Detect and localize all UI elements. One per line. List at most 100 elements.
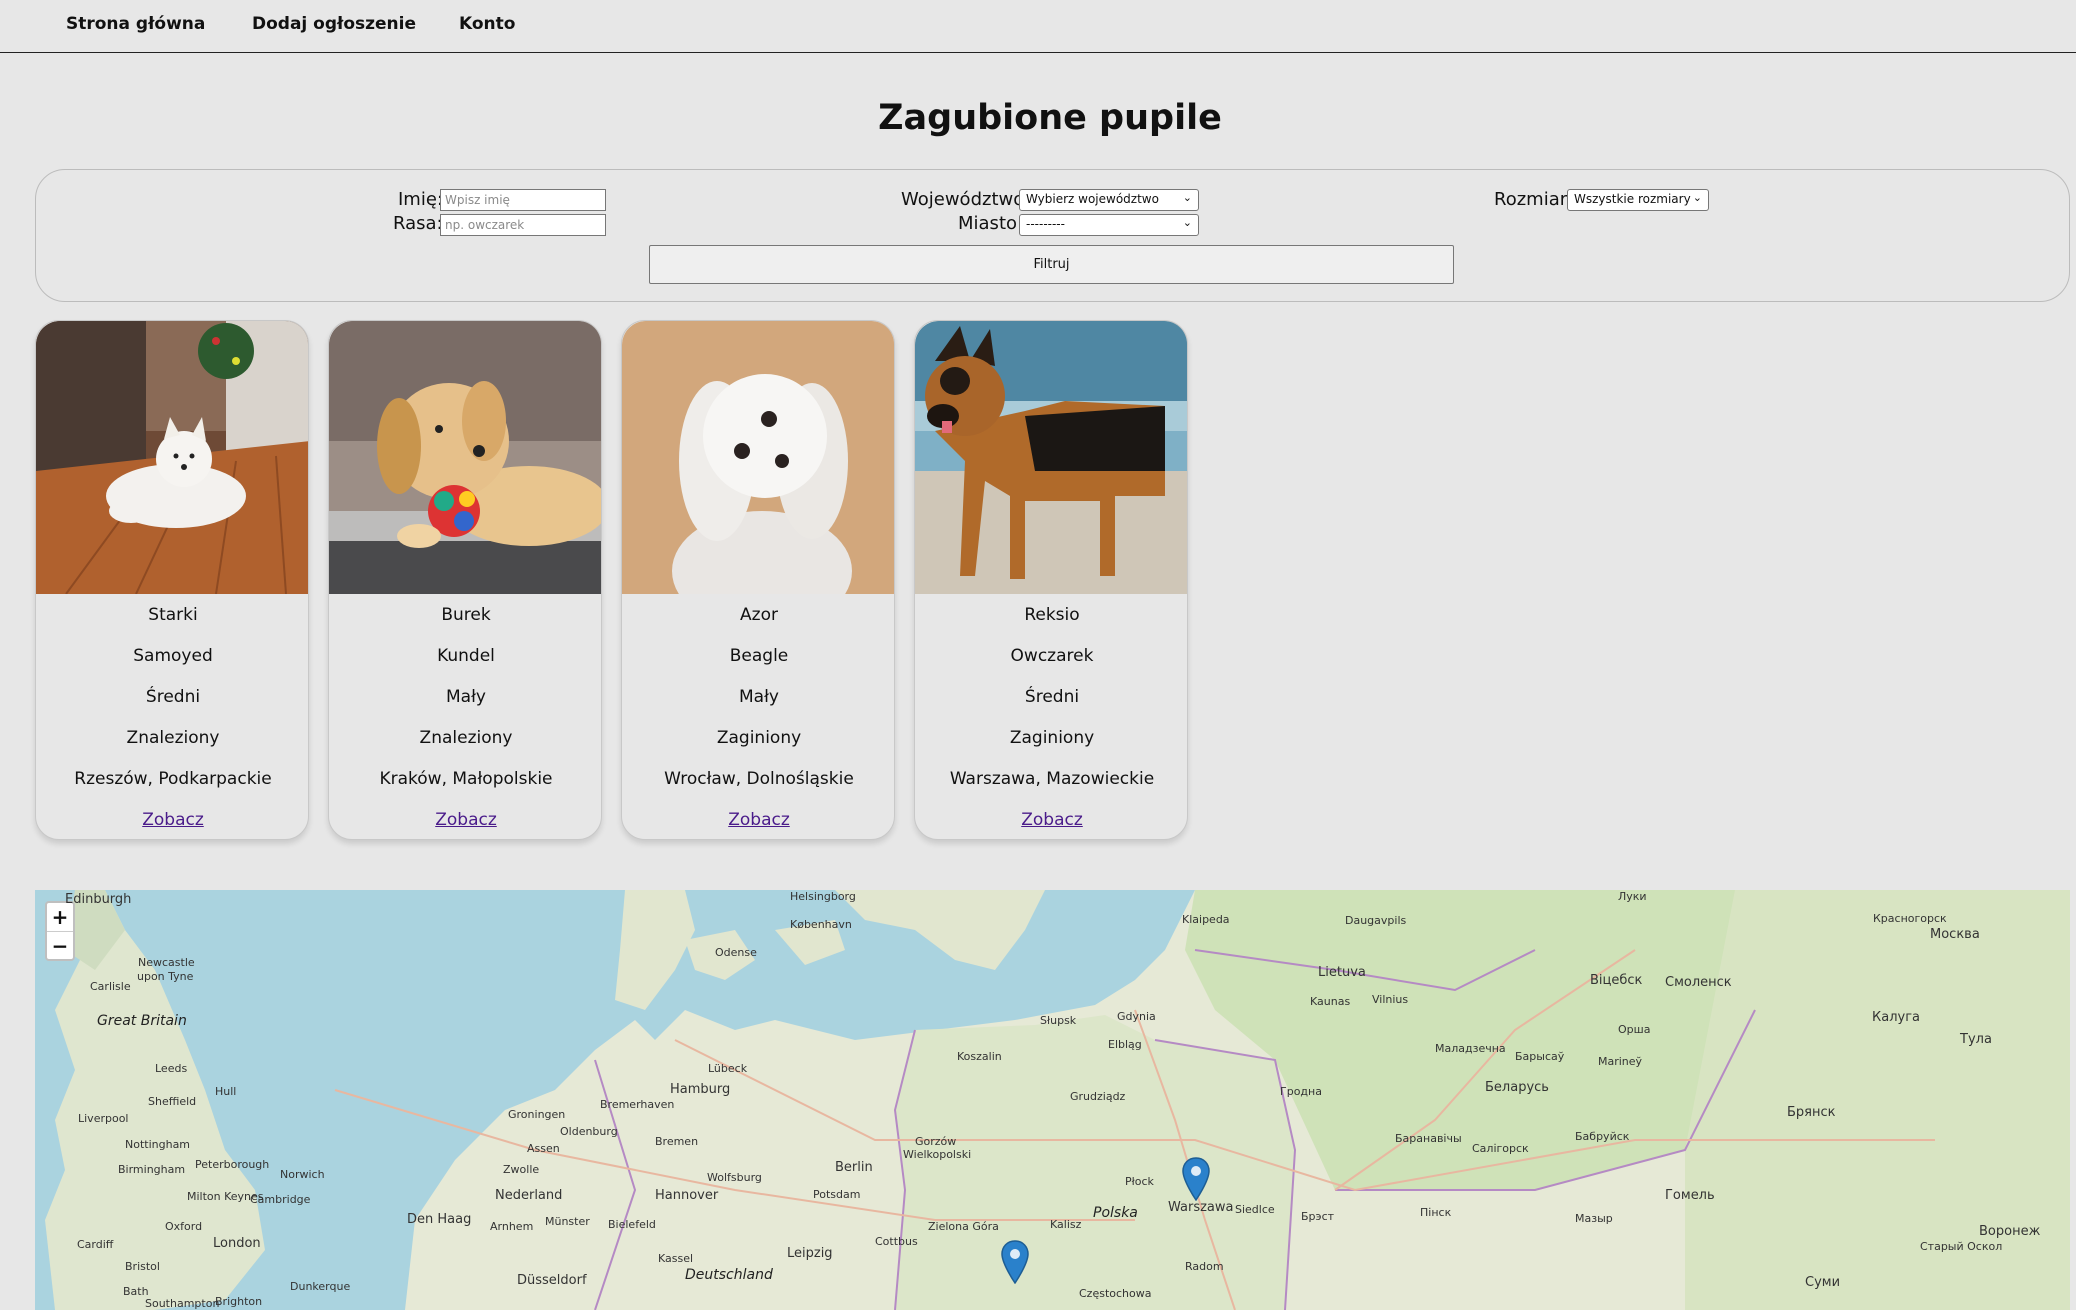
map-label: Oxford bbox=[165, 1220, 203, 1233]
pet-location: Kraków, Małopolskie bbox=[379, 769, 553, 789]
map-label: Lietuva bbox=[1318, 965, 1366, 980]
map-label: Kalisz bbox=[1050, 1218, 1082, 1231]
map-label: Liverpool bbox=[78, 1112, 129, 1125]
map-label: Барысаў bbox=[1515, 1050, 1565, 1063]
map-label: Great Britain bbox=[97, 1013, 187, 1029]
map-label: Nederland bbox=[495, 1188, 563, 1203]
pet-details-link-wrap: Zobacz bbox=[329, 810, 601, 830]
nav-add-listing-link[interactable]: Dodaj ogłoszenie bbox=[252, 14, 416, 34]
map-label: Орша bbox=[1618, 1023, 1651, 1036]
size-label: Rozmiar: bbox=[1494, 189, 1573, 210]
chevron-down-icon: ⌄ bbox=[1692, 191, 1702, 204]
voivodeship-select[interactable]: Wybierz województwo ⌄ bbox=[1019, 189, 1199, 211]
map-label: Мarineў bbox=[1598, 1055, 1643, 1068]
map-label: Kaunas bbox=[1310, 995, 1351, 1008]
map-label: upon Tyne bbox=[137, 970, 194, 983]
nav-account-link[interactable]: Konto bbox=[459, 14, 515, 34]
map-label: Bremerhaven bbox=[600, 1098, 675, 1111]
pet-details-link[interactable]: Zobacz bbox=[435, 810, 497, 830]
map-marker-icon[interactable] bbox=[1001, 1240, 1029, 1284]
map-marker-icon[interactable] bbox=[1182, 1157, 1210, 1201]
map-label: Radom bbox=[1185, 1260, 1224, 1273]
map-label: Carlisle bbox=[90, 980, 131, 993]
map-label: Wielkopolski bbox=[903, 1148, 972, 1161]
map-label: Пінск bbox=[1420, 1206, 1452, 1219]
map-label: Gdynia bbox=[1117, 1010, 1156, 1023]
map-label: Wolfsburg bbox=[707, 1171, 762, 1184]
pet-breed: Beagle bbox=[729, 646, 789, 666]
map-label: Polska bbox=[1093, 1205, 1138, 1221]
map-label: Hull bbox=[215, 1085, 237, 1098]
map-label: Bielefeld bbox=[608, 1218, 656, 1231]
map-label: Гомель bbox=[1665, 1188, 1715, 1203]
chevron-down-icon: ⌄ bbox=[1182, 191, 1192, 204]
map-label: Lübeck bbox=[708, 1062, 748, 1075]
map-label: Płock bbox=[1125, 1175, 1154, 1188]
city-label: Miasto: bbox=[958, 213, 1024, 234]
map-label: Warszawa bbox=[1168, 1200, 1234, 1215]
map-label: Klaipeda bbox=[1182, 913, 1230, 926]
pet-details-link[interactable]: Zobacz bbox=[142, 810, 204, 830]
map-label: Бабруйск bbox=[1575, 1130, 1630, 1143]
map-label: Oldenburg bbox=[560, 1125, 618, 1138]
pet-breed: Kundel bbox=[437, 646, 495, 666]
map-label: Брянск bbox=[1787, 1105, 1836, 1120]
map-label: Суми bbox=[1805, 1275, 1841, 1290]
map-label: Калуга bbox=[1872, 1010, 1920, 1025]
map-label: Arnhem bbox=[490, 1220, 534, 1233]
voivodeship-select-value: Wybierz województwo bbox=[1026, 192, 1159, 206]
map-label: Hamburg bbox=[670, 1082, 731, 1097]
zoom-in-button[interactable]: + bbox=[47, 903, 73, 931]
pet-details-link[interactable]: Zobacz bbox=[728, 810, 790, 830]
map-label: Смоленск bbox=[1665, 975, 1732, 990]
name-label: Imię: bbox=[398, 189, 443, 210]
map-label: Брэст bbox=[1301, 1210, 1335, 1223]
map-label: Helsingborg bbox=[790, 890, 856, 903]
map-label: Peterborough bbox=[195, 1158, 270, 1171]
map-label: Siedlce bbox=[1235, 1203, 1275, 1216]
city-select-value: --------- bbox=[1026, 217, 1065, 231]
zoom-out-button[interactable]: − bbox=[47, 931, 73, 959]
pet-status: Zaginiony bbox=[716, 728, 802, 748]
pet-details-link[interactable]: Zobacz bbox=[1021, 810, 1083, 830]
pet-location: Warszawa, Mazowieckie bbox=[949, 769, 1155, 789]
name-input[interactable] bbox=[440, 189, 606, 211]
map-terrain bbox=[35, 890, 2070, 1310]
map-label: Münster bbox=[545, 1215, 590, 1228]
map-label: Hannover bbox=[655, 1188, 719, 1203]
map-label: Brighton bbox=[215, 1295, 263, 1308]
map-label: Dunkerque bbox=[290, 1280, 351, 1293]
map-label: Віцебск bbox=[1590, 973, 1643, 988]
city-select[interactable]: --------- ⌄ bbox=[1019, 214, 1199, 236]
filter-button[interactable]: Filtruj bbox=[649, 245, 1454, 284]
map-label: Norwich bbox=[280, 1168, 325, 1181]
map-label: Groningen bbox=[508, 1108, 566, 1121]
map-label: London bbox=[213, 1236, 261, 1251]
size-select[interactable]: Wszystkie rozmiary ⌄ bbox=[1567, 189, 1709, 211]
map-label: Старый Оскол bbox=[1920, 1240, 2003, 1253]
pet-name: Azor bbox=[740, 605, 778, 625]
map-label: Nottingham bbox=[125, 1138, 191, 1151]
map-label: Milton Keynes bbox=[187, 1190, 264, 1203]
map-label: Воронеж bbox=[1979, 1224, 2041, 1239]
pet-status: Zaginiony bbox=[1009, 728, 1095, 748]
breed-input[interactable] bbox=[440, 214, 606, 236]
map-label: Assen bbox=[527, 1142, 560, 1155]
map-label: Мазыр bbox=[1575, 1212, 1613, 1225]
pet-card: Starki Samoyed Średni Znaleziony Rzeszów… bbox=[35, 320, 309, 840]
pet-photo bbox=[622, 321, 894, 594]
map-label: Москва bbox=[1930, 927, 1980, 942]
pet-photo bbox=[915, 321, 1187, 594]
map-label: Zielona Góra bbox=[928, 1220, 999, 1233]
pet-status: Znaleziony bbox=[126, 728, 220, 748]
pet-size: Średni bbox=[145, 687, 201, 707]
pet-details-link-wrap: Zobacz bbox=[915, 810, 1187, 830]
pets-map[interactable]: + − Edinburgh Great Britain Newcastle up… bbox=[35, 890, 2070, 1310]
pet-location: Wrocław, Dolnośląskie bbox=[664, 769, 854, 789]
nav-home-link[interactable]: Strona główna bbox=[66, 14, 205, 34]
map-label: Grudziądz bbox=[1070, 1090, 1126, 1103]
pet-status: Znaleziony bbox=[419, 728, 513, 748]
map-label: Koszalin bbox=[957, 1050, 1002, 1063]
map-label: Sheffield bbox=[148, 1095, 197, 1108]
map-label: Vilnius bbox=[1372, 993, 1409, 1006]
